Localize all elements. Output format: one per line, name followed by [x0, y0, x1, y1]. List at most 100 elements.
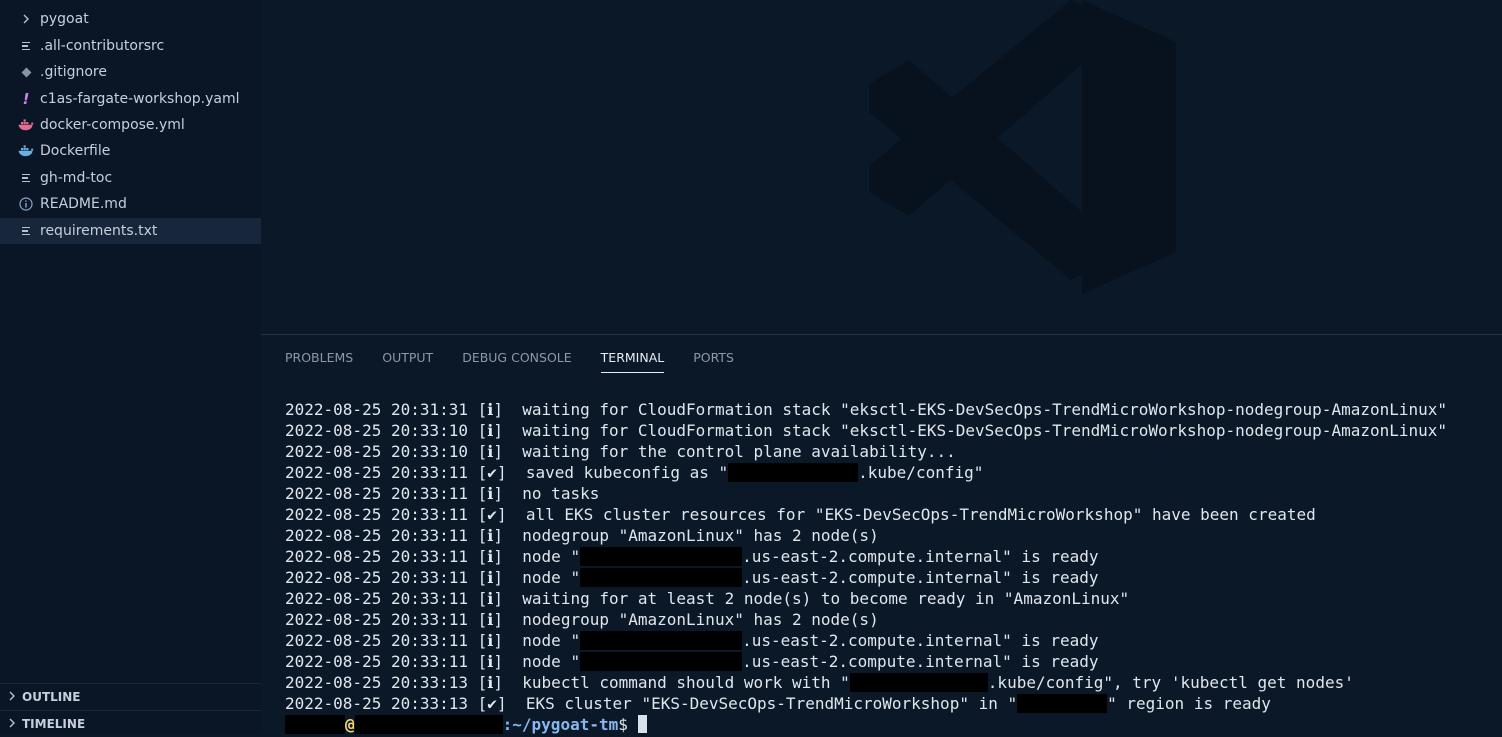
terminal-line: 2022-08-25 20:31:31 [ℹ] waiting for Clou…: [285, 399, 1447, 420]
log-timestamp: 2022-08-25 20:33:11: [285, 652, 469, 671]
tab-output[interactable]: OUTPUT: [382, 347, 433, 373]
log-message: node ": [522, 631, 581, 650]
git-icon: [18, 67, 34, 78]
log-level-tag: [ℹ]: [477, 421, 504, 440]
terminal-line: 2022-08-25 20:33:10 [ℹ] waiting for Clou…: [285, 420, 1447, 441]
explorer-item[interactable]: .all-contributorsrc: [0, 33, 261, 59]
tab-terminal[interactable]: TERMINAL: [600, 347, 664, 373]
section-timeline[interactable]: TIMELINE: [0, 710, 261, 737]
lines-file-icon: [18, 173, 34, 183]
log-message: " region is ready: [1107, 694, 1271, 713]
redacted-hostname: [354, 715, 503, 734]
log-message: all EKS cluster resources for "EKS-DevSe…: [525, 505, 1316, 524]
log-message: node ": [522, 568, 581, 587]
log-message: waiting for the control plane availabili…: [522, 442, 956, 461]
terminal-line: 2022-08-25 20:33:10 [ℹ] waiting for the …: [285, 441, 1447, 462]
terminal-prompt-line[interactable]: @:~/pygoat-tm$: [285, 714, 1447, 735]
log-level-tag: [✔]: [477, 505, 507, 524]
log-level-tag: [ℹ]: [477, 673, 504, 692]
explorer-item-label: pygoat: [40, 11, 89, 27]
redacted-block: [849, 673, 988, 692]
explorer-item[interactable]: Dockerfile: [0, 138, 261, 164]
log-level-tag: [ℹ]: [477, 568, 504, 587]
terminal-line: 2022-08-25 20:33:11 [ℹ] no tasks: [285, 483, 1447, 504]
log-level-tag: [ℹ]: [477, 547, 504, 566]
info-icon: [18, 197, 34, 211]
log-timestamp: 2022-08-25 20:31:31: [285, 400, 469, 419]
panel-tabs: PROBLEMS OUTPUT DEBUG CONSOLE TERMINAL P…: [285, 347, 734, 373]
editor-area: [261, 0, 1502, 334]
explorer-item-label: docker-compose.yml: [40, 117, 185, 133]
chevron-right-icon: [18, 14, 34, 24]
redacted-block: [580, 568, 743, 587]
terminal-line: 2022-08-25 20:33:11 [ℹ] node " .us-east-2…: [285, 546, 1447, 567]
redacted-block: [728, 463, 859, 482]
log-message: kubectl command should work with ": [522, 673, 850, 692]
log-level-tag: [ℹ]: [477, 400, 504, 419]
terminal-output[interactable]: 2022-08-25 20:31:31 [ℹ] waiting for Clou…: [285, 399, 1447, 735]
log-timestamp: 2022-08-25 20:33:13: [285, 694, 469, 713]
log-level-tag: [ℹ]: [477, 442, 504, 461]
section-outline[interactable]: OUTLINE: [0, 683, 261, 710]
terminal-line: 2022-08-25 20:33:13 [✔] EKS cluster "EKS…: [285, 693, 1447, 714]
log-message: .us-east-2.compute.internal" is ready: [742, 631, 1099, 650]
explorer-sidebar: pygoat .all-contributorsrc .gitignore ! c1as…: [0, 0, 261, 734]
log-timestamp: 2022-08-25 20:33:11: [285, 568, 469, 587]
log-level-tag: [ℹ]: [477, 589, 504, 608]
section-timeline-label: TIMELINE: [22, 717, 86, 731]
terminal-line: 2022-08-25 20:33:11 [✔] saved kubeconfig…: [285, 462, 1447, 483]
log-message: nodegroup "AmazonLinux" has 2 node(s): [522, 526, 879, 545]
log-message: node ": [522, 652, 581, 671]
explorer-item[interactable]: .gitignore: [0, 59, 261, 85]
terminal-cursor: [637, 715, 647, 733]
log-timestamp: 2022-08-25 20:33:10: [285, 421, 469, 440]
log-level-tag: [✔]: [477, 694, 507, 713]
redacted-block: [580, 631, 743, 650]
bottom-panel: PROBLEMS OUTPUT DEBUG CONSOLE TERMINAL P…: [261, 334, 1502, 735]
explorer-item[interactable]: pygoat: [0, 6, 261, 32]
docker-icon: [18, 145, 34, 157]
terminal-line: 2022-08-25 20:33:11 [ℹ] node " .us-east-2…: [285, 630, 1447, 651]
log-message: waiting for CloudFormation stack "eksctl…: [522, 421, 1448, 440]
tab-ports[interactable]: PORTS: [693, 347, 734, 373]
redacted-block: [1017, 694, 1108, 713]
log-message: .kube/config": [858, 463, 984, 482]
explorer-item-label: .gitignore: [40, 64, 107, 80]
explorer-item[interactable]: requirements.txt: [0, 218, 261, 244]
log-message: .us-east-2.compute.internal" is ready: [742, 652, 1099, 671]
log-timestamp: 2022-08-25 20:33:11: [285, 484, 469, 503]
explorer-item[interactable]: README.md: [0, 191, 261, 217]
section-outline-label: OUTLINE: [22, 690, 81, 704]
explorer-item[interactable]: docker-compose.yml: [0, 112, 261, 138]
tab-problems[interactable]: PROBLEMS: [285, 347, 353, 373]
terminal-line: 2022-08-25 20:33:11 [ℹ] nodegroup "Amazo…: [285, 609, 1447, 630]
log-timestamp: 2022-08-25 20:33:11: [285, 526, 469, 545]
tab-debug-console[interactable]: DEBUG CONSOLE: [462, 347, 571, 373]
log-level-tag: [ℹ]: [477, 610, 504, 629]
log-timestamp: 2022-08-25 20:33:11: [285, 589, 469, 608]
log-timestamp: 2022-08-25 20:33:11: [285, 547, 469, 566]
terminal-line: 2022-08-25 20:33:13 [ℹ] kubectl command …: [285, 672, 1447, 693]
log-message: saved kubeconfig as ": [525, 463, 729, 482]
log-message: waiting for CloudFormation stack "eksctl…: [522, 400, 1448, 419]
explorer-item[interactable]: ! c1as-fargate-workshop.yaml: [0, 86, 261, 112]
log-message: .us-east-2.compute.internal" is ready: [742, 547, 1099, 566]
explorer-item-label: c1as-fargate-workshop.yaml: [40, 91, 240, 107]
explorer-item-label: requirements.txt: [40, 223, 158, 239]
redacted-block: [580, 547, 743, 566]
explorer-item[interactable]: gh-md-toc: [0, 165, 261, 191]
prompt-path: :~/pygoat-tm: [502, 715, 619, 734]
log-level-tag: [ℹ]: [477, 631, 504, 650]
vscode-logo-watermark: [869, 0, 1176, 294]
terminal-line: 2022-08-25 20:33:11 [ℹ] node " .us-east-2…: [285, 567, 1447, 588]
log-message: .us-east-2.compute.internal" is ready: [742, 568, 1099, 587]
log-timestamp: 2022-08-25 20:33:11: [285, 463, 469, 482]
chevron-right-icon: [8, 690, 16, 704]
log-message: EKS cluster "EKS-DevSecOps-TrendMicroWor…: [525, 694, 1018, 713]
docker-icon: [18, 119, 34, 131]
explorer-item-label: README.md: [40, 196, 127, 212]
log-timestamp: 2022-08-25 20:33:11: [285, 610, 469, 629]
explorer-item-label: Dockerfile: [40, 143, 111, 159]
lines-file-icon: [18, 226, 34, 236]
prompt-at-symbol: @: [345, 715, 355, 734]
